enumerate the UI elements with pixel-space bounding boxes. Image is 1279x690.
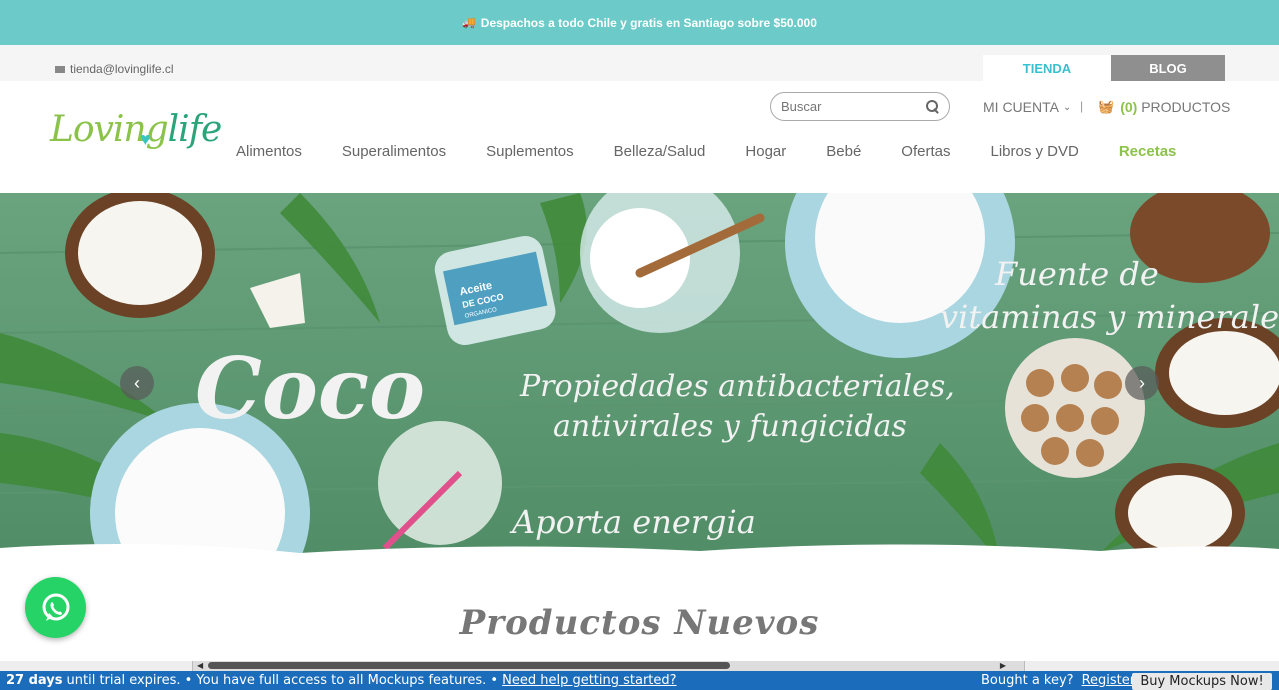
logo-wordmark: Lovinglife [50,109,222,150]
horizontal-scrollbar[interactable]: ◀ ▶ [0,661,1279,671]
hero-illustration: Aceite DE COCO ORGANICO Coco Propiedades… [0,193,1279,573]
contact-email[interactable]: tienda@lovinglife.cl [55,62,174,76]
tab-store[interactable]: TIENDA [983,55,1111,81]
svg-text:Aporta energia: Aporta energia [509,503,756,541]
svg-text:Propiedades antibacteriales,: Propiedades antibacteriales, [519,369,955,404]
search-icon[interactable] [926,100,939,113]
account-menu[interactable]: MI CUENTA ⌄ [983,99,1071,115]
header-separator: | [1080,99,1084,113]
trial-days: 27 days [6,673,63,688]
svg-text:vitaminas y minerales: vitaminas y minerales [940,298,1279,336]
svg-text:Fuente de: Fuente de [994,255,1159,293]
cart-count: (0) [1120,99,1138,115]
scroll-left-icon[interactable]: ◀ [197,661,203,670]
main-nav: Alimentos Superalimentos Suplementos Bel… [236,143,1176,160]
search-box [770,92,950,121]
carousel-prev-button[interactable]: ‹ [120,366,154,400]
nav-item-superalimentos[interactable]: Superalimentos [342,143,446,160]
nav-item-alimentos[interactable]: Alimentos [236,143,302,160]
search-input[interactable] [781,99,916,114]
nav-item-belleza-salud[interactable]: Belleza/Salud [614,143,706,160]
nav-item-suplementos[interactable]: Suplementos [486,143,574,160]
chevron-left-icon: ‹ [134,372,140,393]
site-header: Lovinglife ♥ MI CUENTA ⌄ | 🧺 (0) PRODUCT… [0,81,1279,193]
nav-item-ofertas[interactable]: Ofertas [901,143,950,160]
cart-label: PRODUCTOS [1141,99,1231,115]
shipping-announcement-bar: 🚚 Despachos a todo Chile y gratis en San… [0,0,1279,45]
utility-bar: tienda@lovinglife.cl TIENDA BLOG [0,45,1279,81]
scroll-thumb[interactable] [208,662,730,669]
nav-item-bebe[interactable]: Bebé [826,143,861,160]
svg-text:antivirales y fungicidas: antivirales y fungicidas [553,409,907,444]
bought-key-text: Bought a key? [981,673,1074,688]
heart-icon: ♥ [140,129,151,149]
section-title: Productos Nuevos [459,603,820,643]
carousel-next-button[interactable]: › [1125,366,1159,400]
hero-banner[interactable]: Aceite DE COCO ORGANICO Coco Propiedades… [0,193,1279,573]
envelope-icon [55,65,65,73]
chevron-down-icon: ⌄ [1062,101,1072,113]
nav-item-recetas[interactable]: Recetas [1119,143,1177,160]
truck-icon: 🚚 [462,17,476,29]
trial-message: until trial expires. • You have full acc… [66,673,499,688]
nav-item-libros-dvd[interactable]: Libros y DVD [990,143,1078,160]
shipping-message: Despachos a todo Chile y gratis en Santi… [480,15,817,30]
email-text: tienda@lovinglife.cl [70,62,174,76]
chevron-right-icon: › [1139,372,1145,393]
tab-blog[interactable]: BLOG [1111,55,1225,81]
help-link[interactable]: Need help getting started? [502,673,676,688]
whatsapp-button[interactable] [25,577,86,638]
scroll-track[interactable]: ◀ ▶ [192,661,1025,671]
buy-mockups-button[interactable]: Buy Mockups Now! [1132,673,1272,690]
nav-item-hogar[interactable]: Hogar [745,143,786,160]
trial-notice-bar: 27 days until trial expires. • You have … [0,671,1279,690]
svg-text:Coco: Coco [195,339,425,438]
new-products-section: Productos Nuevos [0,573,1279,661]
cart-link[interactable]: 🧺 (0) PRODUCTOS [1098,99,1230,115]
basket-icon: 🧺 [1098,99,1115,114]
trial-register: Bought a key? Register... [981,671,1146,690]
account-label: MI CUENTA [983,99,1059,115]
scroll-right-icon[interactable]: ▶ [1000,661,1006,670]
loving-life-logo[interactable]: Lovinglife ♥ [48,91,222,183]
whatsapp-icon [42,593,69,621]
